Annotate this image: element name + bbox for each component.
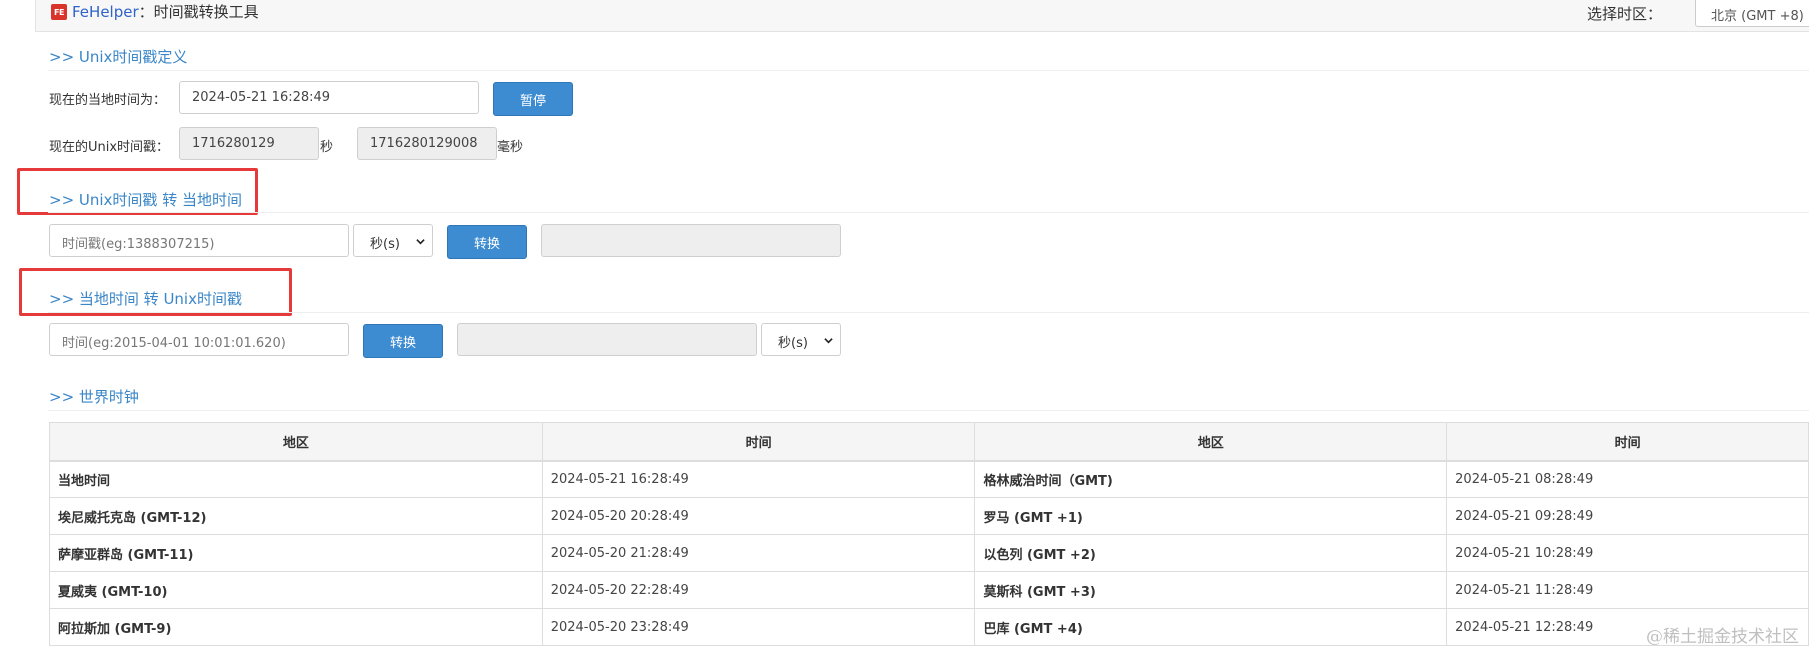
time-cell: 2024-05-20 22:28:49 [541,571,976,609]
chevron-down-icon [824,338,833,344]
app-title: FeHelper：时间戳转换工具 [72,3,259,21]
region-cell: 罗马 (GMT +1) [974,497,1448,535]
convert-to-unix-button[interactable]: 转换 [363,324,443,358]
region-cell: 萨摩亚群岛 (GMT-11) [49,534,543,572]
region-cell: 格林威治时间（GMT) [974,460,1448,498]
unix-seconds-field[interactable]: 1716280129 [179,127,319,160]
section-title-unix-to-local[interactable]: >> Unix时间戳 转 当地时间 [49,189,242,210]
datetime-input[interactable]: 时间(eg:2015-04-01 10:01:01.620) [49,323,349,356]
chevron-down-icon [416,239,425,245]
section-divider [48,312,1809,313]
timezone-label: 选择时区： [1586,5,1662,23]
unix-millis-field[interactable]: 1716280129008 [357,127,497,160]
table-row: 埃尼威托克岛 (GMT-12) 2024-05-20 20:28:49 罗马 (… [49,497,1809,535]
table-row: 萨摩亚群岛 (GMT-11) 2024-05-20 21:28:49 以色列 (… [49,534,1809,572]
seconds-unit-label: 秒 [320,140,334,155]
tool-title: 时间戳转换工具 [153,3,259,21]
table-row: 阿拉斯加 (GMT-9) 2024-05-20 23:28:49 巴库 (GMT… [49,608,1809,646]
convert-to-local-button[interactable]: 转换 [447,225,527,259]
time-cell: 2024-05-21 10:28:49 [1446,534,1809,572]
region-cell: 巴库 (GMT +4) [974,608,1448,646]
column-header-region: 地区 [974,422,1448,462]
local-time-label: 现在的当地时间为： [49,93,167,108]
section-title-world-clock[interactable]: >> 世界时钟 [49,386,139,407]
time-cell: 2024-05-21 16:28:49 [541,460,976,498]
timestamp-input[interactable]: 时间戳(eg:1388307215) [49,224,349,257]
world-clock-table: 地区 时间 地区 时间 当地时间 2024-05-21 16:28:49 格林威… [49,422,1809,646]
unix-timestamp-label: 现在的Unix时间戳： [49,140,170,155]
time-cell: 2024-05-20 21:28:49 [541,534,976,572]
millis-unit-label: 毫秒 [497,140,524,155]
time-cell: 2024-05-21 11:28:49 [1446,571,1809,609]
app-header: FE FeHelper：时间戳转换工具 [35,0,1809,32]
local-time-field[interactable]: 2024-05-21 16:28:49 [179,81,479,114]
column-header-region: 地区 [49,422,543,462]
time-cell: 2024-05-20 20:28:49 [541,497,976,535]
unix-result-field[interactable] [457,323,757,356]
time-cell: 2024-05-20 23:28:49 [541,608,976,646]
section-divider [48,70,1809,71]
region-cell: 埃尼威托克岛 (GMT-12) [49,497,543,535]
column-header-time: 时间 [541,422,976,462]
brand-name: FeHelper [72,3,139,21]
section-title-local-to-unix[interactable]: >> 当地时间 转 Unix时间戳 [49,288,242,309]
section-divider [48,212,1809,213]
unit-select[interactable]: 秒(s) [761,323,841,356]
local-time-result-field[interactable] [541,224,841,257]
region-cell: 莫斯科 (GMT +3) [974,571,1448,609]
region-cell: 以色列 (GMT +2) [974,534,1448,572]
watermark: @稀土掘金技术社区 [1646,627,1799,647]
section-divider [48,410,1809,411]
pause-button[interactable]: 暂停 [493,82,573,116]
column-header-time: 时间 [1446,422,1809,462]
region-cell: 夏威夷 (GMT-10) [49,571,543,609]
table-row: 夏威夷 (GMT-10) 2024-05-20 22:28:49 莫斯科 (GM… [49,571,1809,609]
table-row: 当地时间 2024-05-21 16:28:49 格林威治时间（GMT) 202… [49,460,1809,498]
fehelper-logo-icon: FE [51,4,67,20]
time-cell: 2024-05-21 09:28:49 [1446,497,1809,535]
region-cell: 当地时间 [49,460,543,498]
timezone-select[interactable]: 北京 (GMT +8) [1695,0,1809,27]
unit-select[interactable]: 秒(s) [353,224,433,257]
time-cell: 2024-05-21 08:28:49 [1446,460,1809,498]
section-title-unix-definition[interactable]: >> Unix时间戳定义 [49,46,187,67]
table-header-row: 地区 时间 地区 时间 [49,422,1809,462]
region-cell: 阿拉斯加 (GMT-9) [49,608,543,646]
